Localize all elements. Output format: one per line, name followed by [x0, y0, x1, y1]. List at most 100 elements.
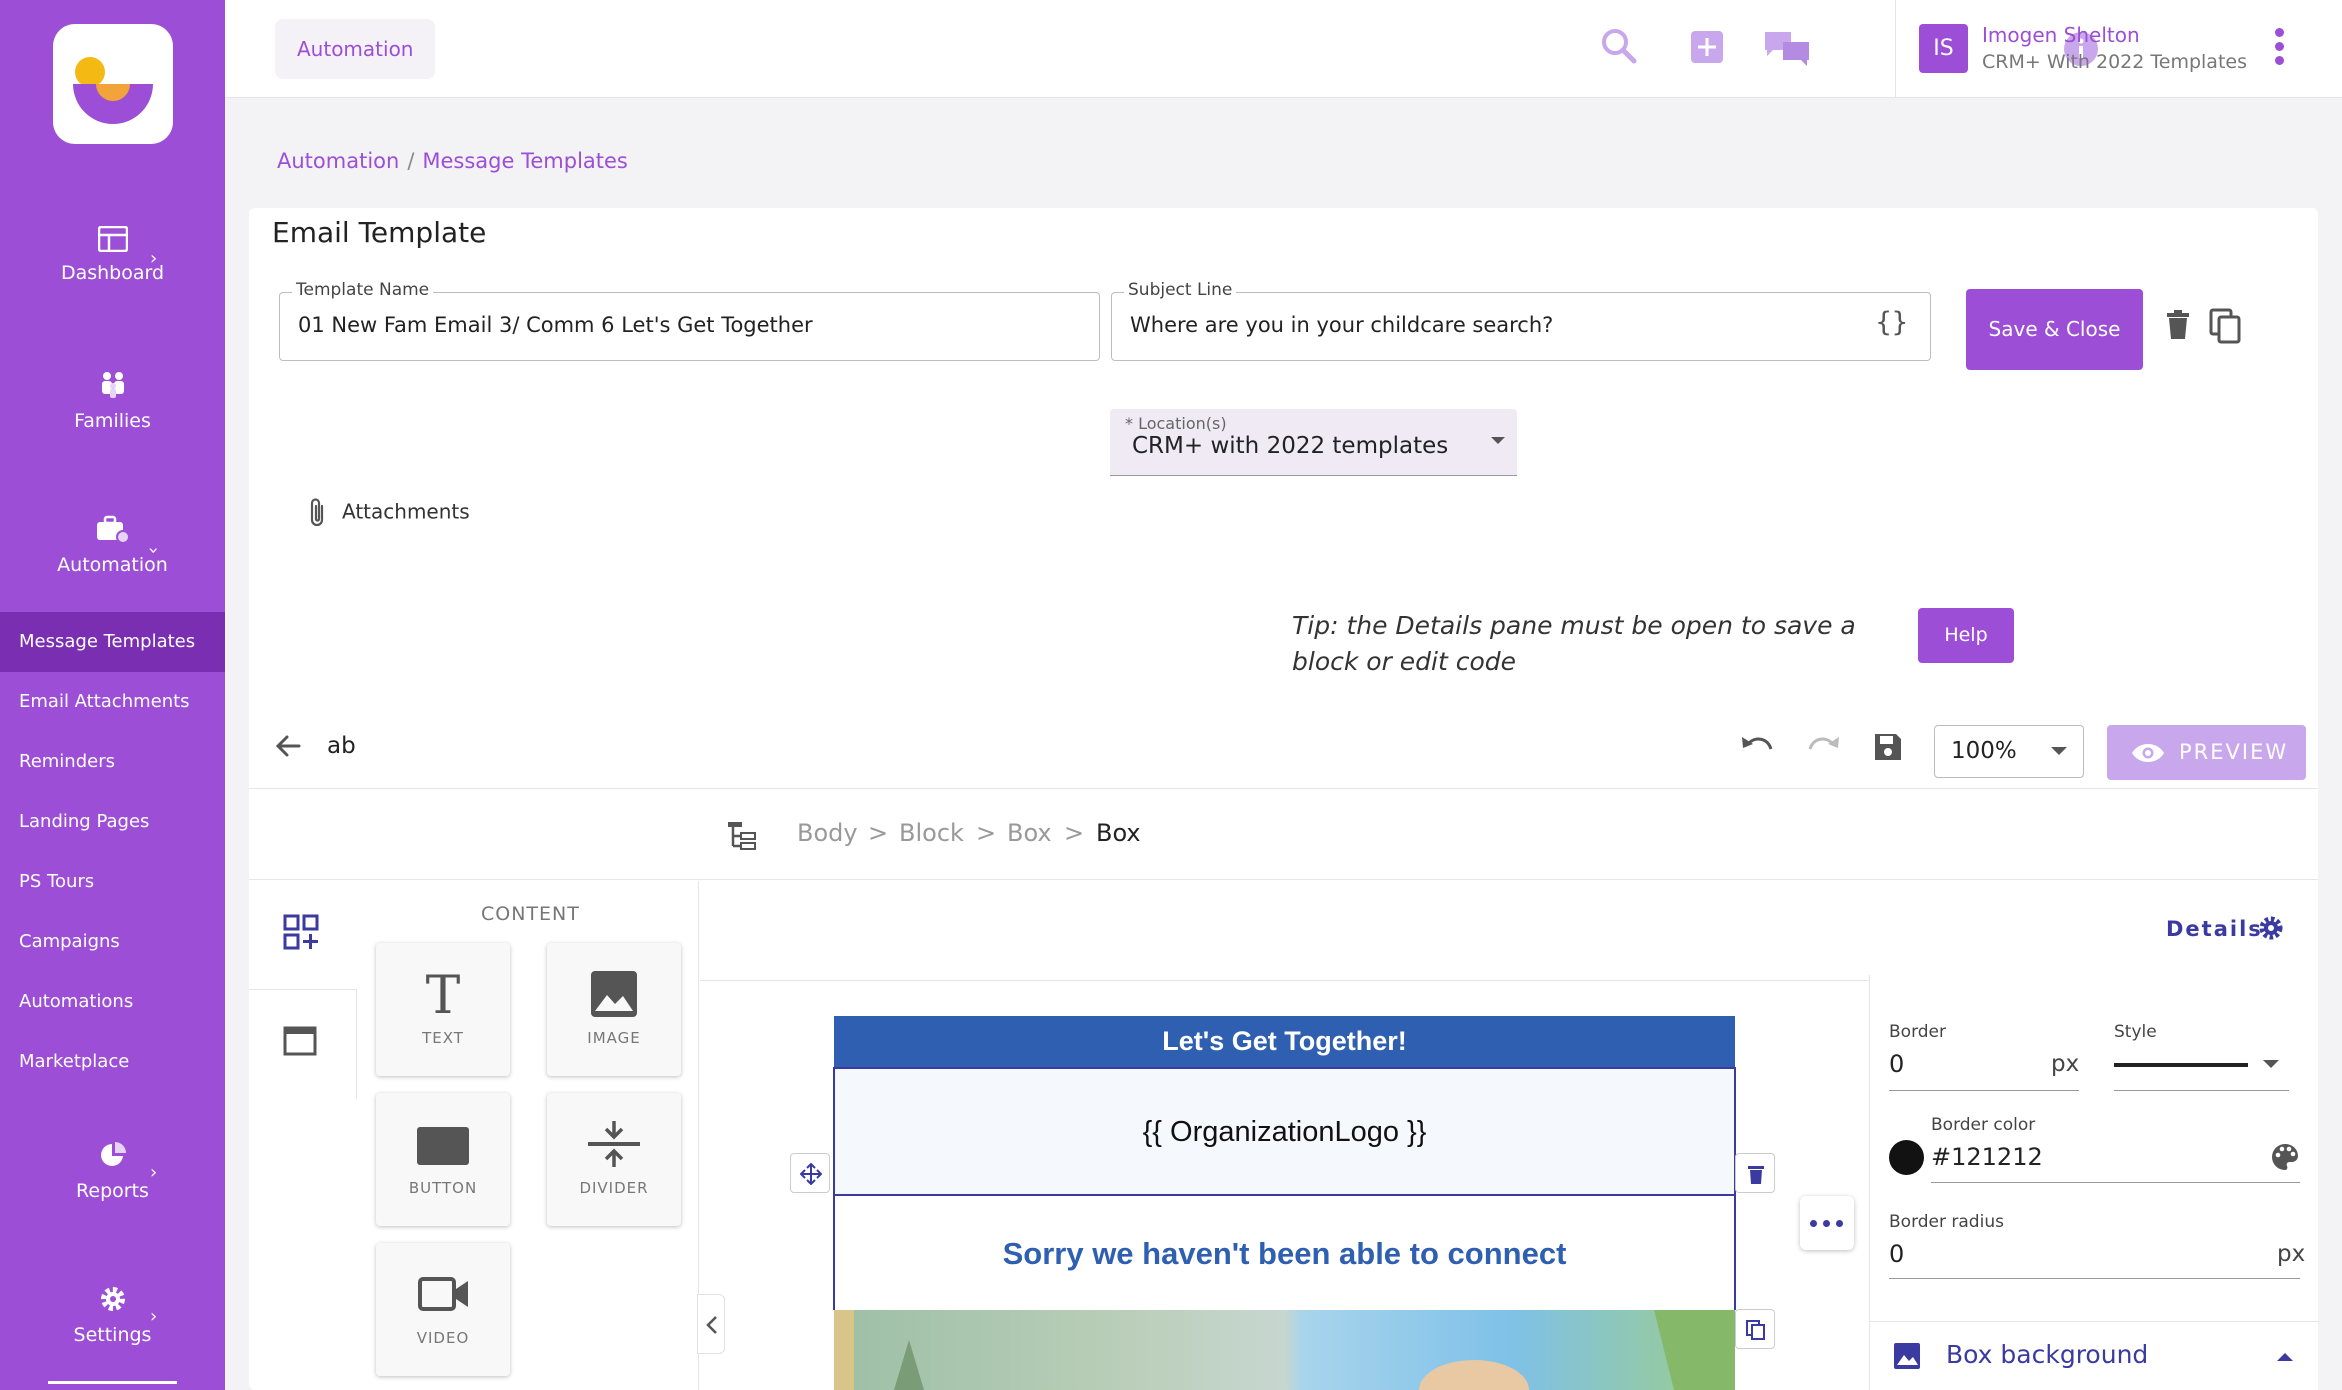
chevron-up-icon[interactable] — [2277, 1353, 2293, 1361]
template-name-label: Template Name — [292, 280, 434, 300]
layers-tree-icon[interactable] — [727, 820, 757, 850]
breadcrumb-root[interactable]: Automation — [277, 149, 399, 173]
user-org: CRM+ With 2022 Templates — [1982, 51, 2247, 73]
sidebar: Dashboard › Families Automation › Messag… — [0, 0, 225, 1390]
app-logo[interactable] — [53, 24, 173, 144]
tip-text: Tip: the Details pane must be open to sa… — [1292, 611, 1856, 676]
back-arrow-icon[interactable] — [273, 731, 303, 761]
text-icon: T — [426, 969, 461, 1019]
path-box-current[interactable]: Box — [1096, 819, 1141, 847]
dropdown-arrow-icon[interactable] — [2263, 1060, 2279, 1068]
location-label: * Location(s) — [1125, 414, 1227, 433]
attachments[interactable]: Attachments — [304, 496, 470, 530]
sidebar-item-reminders[interactable]: Reminders — [0, 732, 225, 792]
nav-settings[interactable]: Settings › — [0, 1284, 225, 1346]
sidebar-item-message-templates[interactable]: Message Templates — [0, 612, 225, 672]
content-panel: CONTENT T TEXT IMAGE BUTTON DIVIDER VIDE… — [249, 881, 699, 1390]
zoom-select[interactable]: 100% — [1934, 725, 2084, 778]
sidebar-item-ps-tours[interactable]: PS Tours — [0, 852, 225, 912]
color-swatch[interactable] — [1889, 1140, 1924, 1175]
save-close-button[interactable]: Save & Close — [1966, 289, 2143, 370]
location-value[interactable]: CRM+ with 2022 templates — [1132, 433, 1448, 459]
avatar[interactable]: IS — [1919, 24, 1968, 73]
photo-image — [834, 1310, 1735, 1390]
zoom-value: 100% — [1951, 738, 2017, 764]
delete-block-button[interactable] — [1735, 1153, 1775, 1193]
box-background-label[interactable]: Box background — [1946, 1340, 2148, 1369]
help-button[interactable]: Help — [1918, 608, 2014, 663]
breadcrumb-current[interactable]: Message Templates — [422, 149, 627, 173]
nav-dashboard-label: Dashboard — [60, 262, 165, 284]
nav-automation-label: Automation — [57, 554, 168, 576]
more-vert-icon[interactable] — [2275, 28, 2287, 70]
email-hero-image[interactable] — [834, 1310, 1735, 1390]
sidebar-item-email-attachments[interactable]: Email Attachments — [0, 672, 225, 732]
path-body[interactable]: Body — [797, 819, 858, 847]
nav-dashboard[interactable]: Dashboard › — [0, 226, 225, 284]
selected-box-logo[interactable]: {{ OrganizationLogo }} — [833, 1067, 1736, 1196]
image-icon — [1894, 1343, 1920, 1369]
editor-template-name: ab — [327, 733, 356, 759]
gear-icon[interactable] — [2258, 915, 2284, 941]
blocks-grid-icon[interactable] — [283, 914, 319, 950]
border-radius-label: Border radius — [1889, 1212, 2004, 1232]
redo-icon[interactable] — [1806, 731, 1842, 761]
path-separator: > — [1064, 819, 1085, 847]
block-divider[interactable]: DIVIDER — [547, 1093, 681, 1226]
border-color-value[interactable]: #121212 — [1931, 1143, 2043, 1171]
location-select[interactable]: * Location(s) CRM+ with 2022 templates — [1110, 409, 1517, 476]
border-radius-underline — [1889, 1278, 2300, 1279]
subject-line-value[interactable]: Where are you in your childcare search? — [1130, 313, 1553, 337]
email-subheading[interactable]: Sorry we haven't been able to connect — [833, 1196, 1736, 1310]
block-video[interactable]: VIDEO — [376, 1243, 510, 1376]
block-divider-label: DIVIDER — [579, 1179, 649, 1197]
undo-icon[interactable] — [1739, 731, 1775, 761]
preview-button[interactable]: PREVIEW — [2107, 725, 2306, 780]
sidebar-item-automations[interactable]: Automations — [0, 972, 225, 1032]
block-button[interactable]: BUTTON — [376, 1093, 510, 1226]
border-style-preview[interactable] — [2114, 1063, 2248, 1067]
nav-settings-label: Settings — [73, 1324, 152, 1346]
path-separator: > — [976, 819, 997, 847]
attachments-label[interactable]: Attachments — [342, 500, 470, 524]
path-box[interactable]: Box — [1007, 819, 1052, 847]
path-separator: > — [868, 819, 889, 847]
sidebar-item-landing-pages[interactable]: Landing Pages — [0, 792, 225, 852]
search-icon[interactable] — [1599, 26, 1639, 66]
nav-families[interactable]: Families — [0, 370, 225, 432]
section-pill[interactable]: Automation — [275, 19, 436, 79]
border-radius-value[interactable]: 0 — [1889, 1240, 1904, 1268]
delete-icon[interactable] — [2165, 310, 2191, 340]
save-icon[interactable] — [1873, 732, 1903, 762]
more-options-button[interactable] — [1800, 1196, 1854, 1250]
subject-line-field[interactable]: Subject Line Where are you in your child… — [1111, 280, 1931, 361]
block-text-label: TEXT — [422, 1029, 464, 1047]
layout-box-icon[interactable] — [283, 1026, 317, 1056]
nav-reports[interactable]: Reports › — [0, 1140, 225, 1202]
template-name-value[interactable]: 01 New Fam Email 3/ Comm 6 Let's Get Tog… — [298, 313, 813, 337]
block-text[interactable]: T TEXT — [376, 943, 510, 1076]
dashboard-icon — [97, 226, 128, 252]
duplicate-block-button[interactable] — [1735, 1309, 1775, 1349]
border-value[interactable]: 0 — [1889, 1050, 1904, 1078]
add-icon[interactable] — [1690, 30, 1724, 64]
copy-icon[interactable] — [2209, 308, 2243, 344]
sidebar-item-campaigns[interactable]: Campaigns — [0, 912, 225, 972]
element-path-bar: Body > Block > Box > Box — [249, 790, 2318, 880]
block-image[interactable]: IMAGE — [547, 943, 681, 1076]
email-header[interactable]: Let's Get Together! — [834, 1016, 1735, 1067]
nav-automation[interactable]: Automation › — [0, 514, 225, 576]
chat-icon[interactable] — [1763, 28, 1811, 68]
path-block[interactable]: Block — [899, 819, 964, 847]
move-handle[interactable] — [790, 1153, 830, 1193]
user-name[interactable]: Imogen Shelton — [1982, 23, 2140, 47]
palette-icon[interactable] — [2270, 1142, 2300, 1172]
template-name-field[interactable]: Template Name 01 New Fam Email 3/ Comm 6… — [279, 280, 1100, 361]
dropdown-arrow-icon[interactable] — [1491, 437, 1505, 444]
sidebar-item-marketplace[interactable]: Marketplace — [0, 1032, 225, 1092]
border-underline — [1889, 1090, 2079, 1091]
details-label[interactable]: Details — [2166, 917, 2263, 941]
merge-fields-icon[interactable]: {} — [1875, 307, 1908, 338]
collapse-panel-button[interactable] — [697, 1294, 725, 1354]
eye-icon — [2132, 744, 2164, 762]
